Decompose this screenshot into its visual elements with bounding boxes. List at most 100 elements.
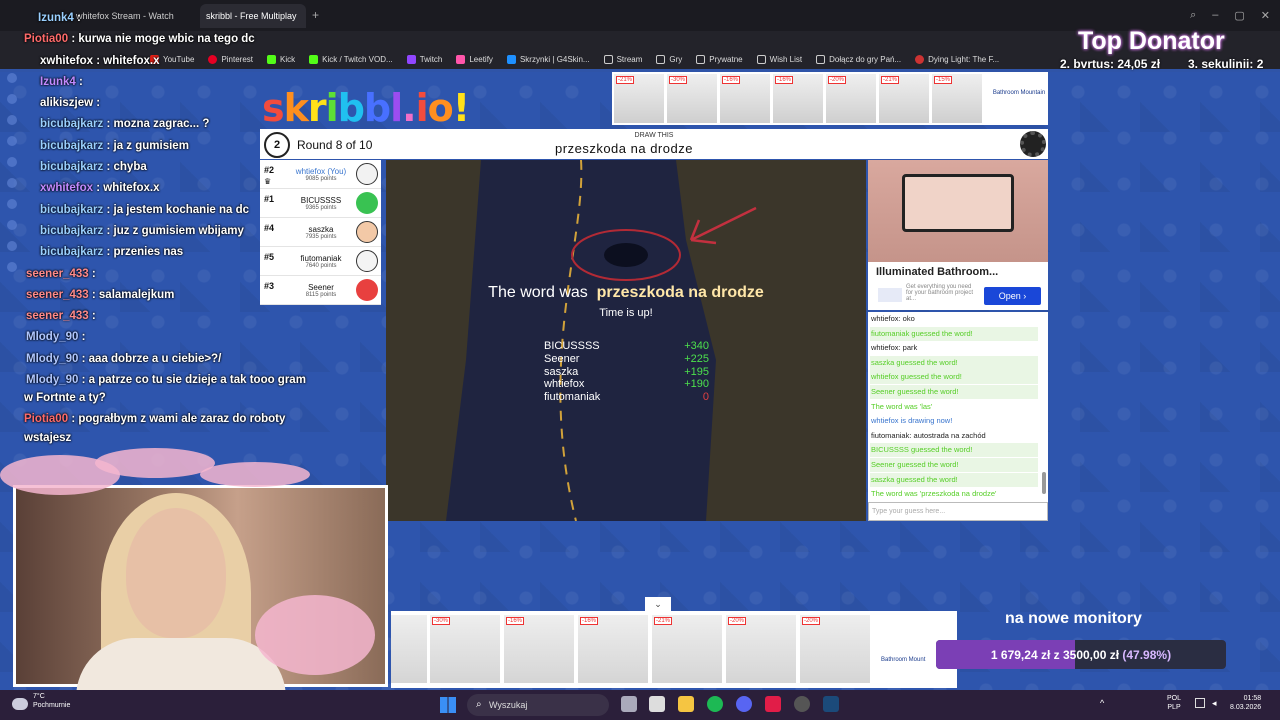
taskbar-search[interactable]: Wyszukaj — [467, 694, 609, 716]
new-tab-icon[interactable]: + — [312, 8, 319, 22]
weather-temp: 7°C — [33, 693, 45, 700]
chat-line: seener_433 : — [26, 310, 96, 322]
obs-icon[interactable] — [794, 696, 810, 712]
chat-text: wstajesz — [24, 432, 72, 444]
windows-start-icon[interactable] — [440, 697, 456, 713]
chat-line: Mlody_90 : aaa dobrze a u ciebie>?/ — [26, 353, 221, 365]
player-row[interactable]: #4 saszka 7935 points — [260, 218, 381, 247]
chat-text: : whitefox.x — [96, 55, 160, 67]
chevron-up-icon[interactable]: ^ — [1100, 698, 1104, 708]
bookmark-leetify[interactable]: Leetify — [456, 54, 493, 64]
folder-icon — [696, 54, 706, 64]
chat-user: Mlody_90 — [26, 374, 79, 386]
bookmark-wish-list[interactable]: Wish List — [756, 54, 802, 64]
game-chat: whtiefox: oko fiutomaniak guessed the wo… — [868, 312, 1048, 502]
tab-skribbl[interactable]: skribbl - Free Multiplay — [200, 4, 306, 28]
chat-user: bicubajkarz — [40, 225, 104, 237]
bookmark-skrzynki[interactable]: Skrzynki | G4Skin... — [506, 54, 590, 64]
gear-icon[interactable] — [1020, 131, 1046, 157]
tab-whitefox-stream[interactable]: whitefox Stream - Watch — [70, 4, 198, 28]
chat-line: wstajesz — [24, 432, 71, 444]
player-points: 9085 points — [305, 176, 337, 182]
player-points: 8115 points — [305, 292, 337, 298]
search-icon[interactable]: ⌕ — [1190, 9, 1196, 22]
bookmark-label: Twitch — [419, 54, 443, 64]
side-ad[interactable]: Illuminated Bathroom... Get everything y… — [868, 160, 1048, 310]
weather-widget[interactable]: 7°C Pochmurnie — [33, 692, 70, 710]
store-icon[interactable] — [649, 696, 665, 712]
wifi-icon[interactable] — [1195, 698, 1205, 708]
chat-user: bicubajkarz — [40, 204, 104, 216]
close-icon[interactable]: ✕ — [1261, 9, 1270, 22]
chat-message: whtiefox: park — [871, 343, 918, 353]
ad-open-button[interactable]: Open › — [984, 287, 1041, 305]
chat-line: w Fortnte a ty? — [24, 392, 106, 404]
file-explorer-icon[interactable] — [678, 696, 694, 712]
word-hint: przeszkoda na drodze — [555, 141, 693, 156]
maximize-icon[interactable]: ▢ — [1234, 9, 1244, 22]
chat-line: bicubajkarz : mozna zagrac... ? — [40, 118, 209, 130]
bookmark-dying-light[interactable]: Dying Light: The F... — [915, 54, 1000, 64]
player-rank: #5 — [264, 252, 275, 262]
chat-message: fiutomaniak: autostrada na zachód — [871, 430, 986, 440]
steam-icon[interactable] — [823, 696, 839, 712]
bookmark-gry[interactable]: Gry — [656, 54, 682, 64]
spotify-icon[interactable] — [707, 696, 723, 712]
discount-badge: -16% — [722, 76, 741, 84]
player-rank: #3 — [264, 281, 275, 291]
twitch-icon — [406, 54, 416, 64]
player-row[interactable]: #3 Seener 8115 points — [260, 276, 381, 305]
game-header: 2 Round 8 of 10 DRAW THIS przeszkoda na … — [260, 129, 1048, 159]
bookmark-prywatne[interactable]: Prywatne — [696, 54, 743, 64]
chat-text: : ja jestem kochanie na dc — [106, 204, 250, 216]
chat-message: The word was 'przeszkoda na drodze' — [871, 489, 997, 499]
app-icon[interactable] — [765, 696, 781, 712]
goal-target: 3500,00 zł — [1062, 648, 1120, 662]
discount-badge: -16% — [506, 617, 525, 625]
player-row[interactable]: #1 BICUSSSS 9365 points — [260, 189, 381, 218]
bookmark-label: Stream — [616, 54, 643, 64]
volume-icon[interactable]: ◂ — [1212, 698, 1217, 709]
bookmark-label: Kick / Twitch VOD... — [322, 54, 393, 64]
bookmark-kick-twitch-vod[interactable]: Kick / Twitch VOD... — [309, 54, 393, 64]
chat-scrollbar[interactable] — [1042, 472, 1046, 494]
goal-percent: (47.98%) — [1122, 648, 1172, 662]
bookmark-kick[interactable]: Kick — [267, 54, 295, 64]
taskbar-clock[interactable]: 01:58 8.03.2026 — [1230, 694, 1261, 712]
chat-user: seener_433 — [26, 289, 89, 301]
bookmark-dolacz[interactable]: Dołącz do gry Pań... — [816, 54, 901, 64]
avatar — [356, 163, 378, 185]
chevron-down-icon[interactable]: ⌄ — [645, 597, 671, 611]
player-list: #2 whtiefox (You) 9085 points ♛ #1 BICUS… — [260, 160, 381, 305]
chat-text: : — [79, 76, 83, 88]
bottom-ad-banner[interactable]: -30% -16% -16% -21% -20% -20% Bathroom M… — [391, 611, 957, 688]
task-view-icon[interactable] — [621, 696, 637, 712]
chat-user: bicubajkarz — [40, 161, 104, 173]
goal-current: 1 679,24 zł — [990, 648, 1051, 662]
chat-line: alikiszjew : — [40, 97, 100, 109]
time-up-label: Time is up! — [599, 307, 653, 319]
chat-line: xwhitefox : whitefox.x — [40, 182, 160, 194]
discord-icon[interactable] — [736, 696, 752, 712]
player-name: saszka — [308, 225, 334, 234]
language-indicator[interactable]: POL PLP — [1167, 694, 1181, 712]
player-row[interactable]: #5 fiutomaniak 7640 points — [260, 247, 381, 276]
player-rank: #2 — [264, 165, 275, 175]
bookmark-pinterest[interactable]: Pinterest — [208, 54, 253, 64]
bookmark-stream[interactable]: Stream — [603, 54, 643, 64]
guess-input[interactable]: Type your guess here... — [868, 502, 1048, 521]
top-ad-banner[interactable]: -21% -30% -16% -16% -20% -21% -15% Bathr… — [612, 72, 1048, 125]
chat-user: bicubajkarz — [40, 118, 104, 130]
chat-text: : juz z gumisiem wbijamy — [106, 225, 244, 237]
player-row[interactable]: #2 whtiefox (You) 9085 points ♛ — [260, 160, 381, 189]
score-row: Seener +225 — [544, 353, 709, 365]
score-name: Seener — [544, 353, 580, 365]
minimize-icon[interactable]: – — [1212, 9, 1218, 22]
discount-badge: -21% — [881, 76, 900, 84]
chat-text: : — [81, 331, 86, 343]
bookmark-label: Dying Light: The F... — [928, 54, 1000, 64]
chat-text: : whitefox.x — [96, 182, 160, 194]
folder-icon — [603, 54, 613, 64]
chat-text: : mozna zagrac... ? — [106, 118, 210, 130]
bookmark-twitch[interactable]: Twitch — [406, 54, 443, 64]
